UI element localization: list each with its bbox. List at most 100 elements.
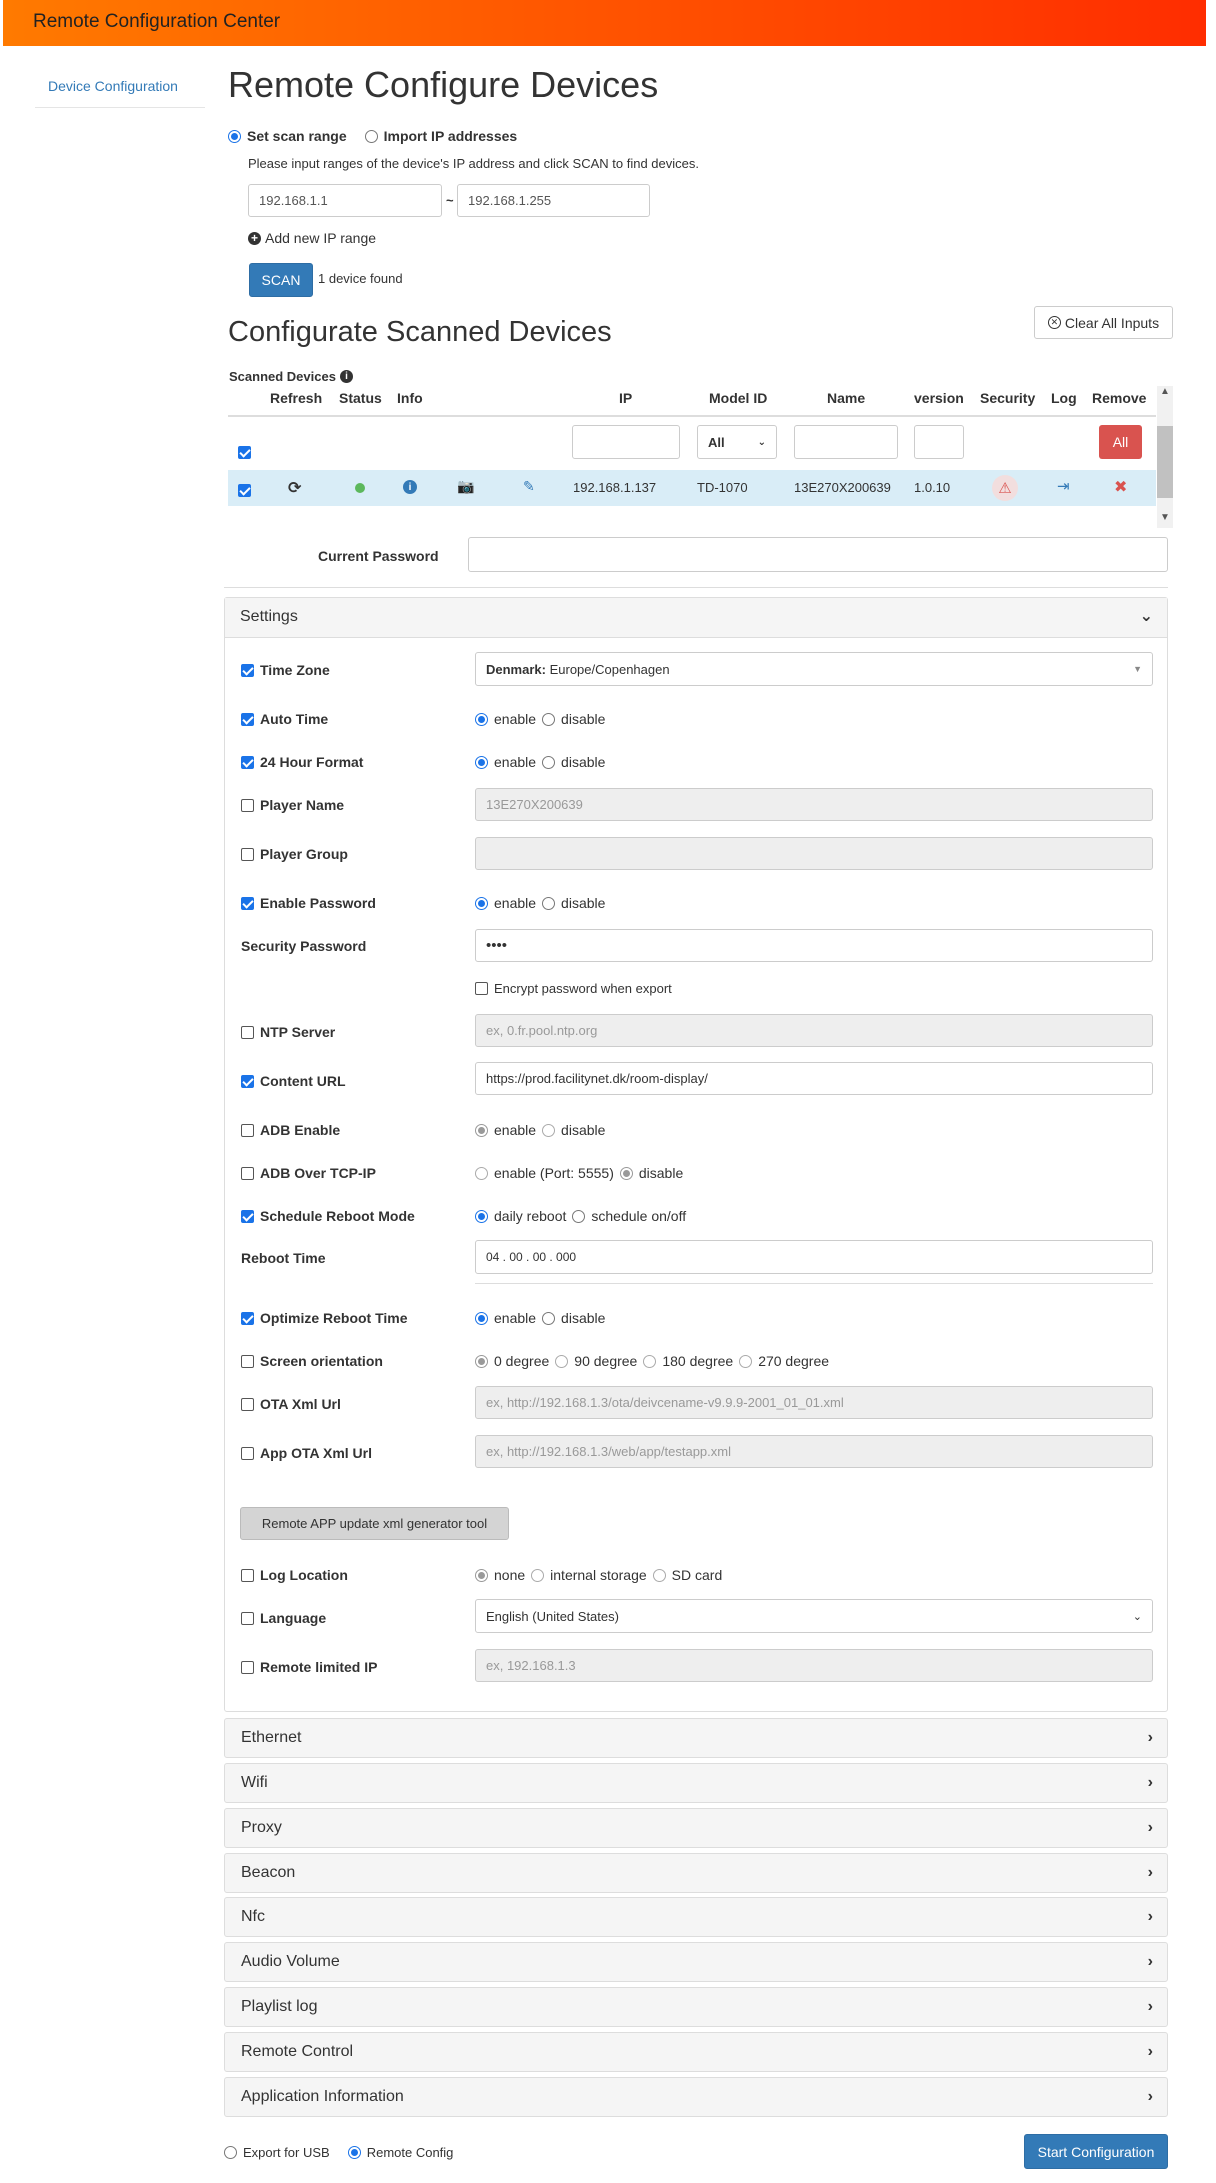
refresh-icon[interactable]: ⟳ [288,478,301,498]
set-scan-range-radio[interactable] [228,129,241,143]
language-select[interactable]: English (United States) ⌄ [475,1599,1153,1633]
section-proxy[interactable]: Proxy › [224,1808,1168,1848]
section-nfc[interactable]: Nfc › [224,1897,1168,1937]
language-checkbox[interactable] [241,1611,254,1625]
section-playlist-log[interactable]: Playlist log › [224,1987,1168,2027]
filter-ip-input[interactable] [572,425,680,459]
player-name-checkbox[interactable] [241,798,254,812]
scroll-down-icon[interactable]: ▼ [1160,512,1170,523]
orientation-0-radio[interactable] [475,1354,488,1368]
scan-button[interactable]: SCAN [249,263,313,297]
enable-password-enable-radio[interactable] [475,896,488,910]
section-remote-control[interactable]: Remote Control › [224,2032,1168,2072]
remote-ip-input[interactable]: ex, 192.168.1.3 [475,1649,1153,1682]
export-usb-label: Export for USB [243,2145,330,2160]
orientation-checkbox[interactable] [241,1354,254,1368]
adb-tcp-checkbox[interactable] [241,1166,254,1180]
auto-time-disable-radio[interactable] [542,712,556,726]
section-beacon[interactable]: Beacon › [224,1853,1168,1893]
remove-all-button[interactable]: All [1099,425,1142,459]
orientation-90-radio[interactable] [555,1354,569,1368]
export-usb-radio[interactable] [224,2146,237,2159]
security-password-input[interactable]: •••• [475,929,1153,962]
filter-version-input[interactable] [914,425,964,459]
ip-from-input[interactable]: 192.168.1.1 [248,184,442,217]
adb-tcp-enable-radio[interactable] [475,1166,488,1180]
app-ota-input[interactable]: ex, http://192.168.1.3/web/app/testapp.x… [475,1435,1153,1468]
hour24-disable-radio[interactable] [542,755,556,769]
select-all-checkbox[interactable] [238,445,251,459]
table-row[interactable]: ⟳ i 📷 ✎ 192.168.1.137 TD-1070 13E270X200… [228,470,1156,506]
section-nfc-label: Nfc [241,1908,265,1925]
player-group-input[interactable] [475,837,1153,870]
clear-all-inputs-button[interactable]: ✕ Clear All Inputs [1034,306,1173,339]
enable-password-checkbox[interactable] [241,896,254,910]
sidebar-item-device-configuration[interactable]: Device Configuration [48,78,178,94]
log-none-radio[interactable] [475,1568,488,1582]
log-location-checkbox[interactable] [241,1568,254,1582]
start-configuration-button[interactable]: Start Configuration [1024,2134,1168,2169]
section-ethernet[interactable]: Ethernet › [224,1718,1168,1758]
reboot-time-input[interactable]: 04 . 00 . 00 . 000 [475,1240,1153,1274]
ntp-input[interactable]: ex, 0.fr.pool.ntp.org [475,1014,1153,1047]
section-wifi[interactable]: Wifi › [224,1763,1168,1803]
xml-generator-button[interactable]: Remote APP update xml generator tool [240,1507,509,1540]
remove-icon[interactable]: ✖ [1114,477,1127,497]
hour24-checkbox[interactable] [241,755,254,769]
content-url-checkbox[interactable] [241,1074,254,1088]
current-password-input[interactable] [468,537,1168,572]
enable-password-disable-radio[interactable] [542,896,556,910]
adb-enable-radio[interactable] [475,1123,488,1137]
filter-name-input[interactable] [794,425,898,459]
content-url-input[interactable]: https://prod.facilitynet.dk/room-display… [475,1062,1153,1095]
player-name-input[interactable]: 13E270X200639 [475,788,1153,821]
import-ip-radio[interactable] [364,129,378,143]
edit-icon[interactable]: ✎ [523,478,535,495]
settings-header[interactable]: Settings ⌄ [225,598,1167,638]
encrypt-checkbox[interactable] [475,982,488,995]
log-internal-radio[interactable] [531,1568,545,1582]
app-ota-checkbox[interactable] [241,1446,254,1460]
dropdown-arrow-icon: ▼ [1133,664,1142,674]
section-application-information-label: Application Information [241,2088,404,2105]
section-application-information[interactable]: Application Information › [224,2077,1168,2117]
optimize-reboot-enable-radio[interactable] [475,1311,488,1325]
ota-checkbox[interactable] [241,1397,254,1411]
scroll-up-icon[interactable]: ▲ [1160,386,1170,397]
ntp-checkbox[interactable] [241,1025,254,1039]
optimize-reboot-disable-radio[interactable] [542,1311,556,1325]
orientation-270-radio[interactable] [739,1354,753,1368]
auto-time-enable-radio[interactable] [475,712,488,726]
reboot-mode-checkbox[interactable] [241,1209,254,1223]
ota-input[interactable]: ex, http://192.168.1.3/ota/deivcename-v9… [475,1386,1153,1419]
log-icon[interactable]: ⇥ [1057,477,1070,495]
add-ip-range-link[interactable]: + Add new IP range [248,230,376,246]
ip-to-input[interactable]: 192.168.1.255 [457,184,650,217]
divider [475,1283,1153,1284]
auto-time-checkbox[interactable] [241,712,254,726]
filter-model-select[interactable]: All ⌄ [697,425,777,459]
scan-instructions: Please input ranges of the device's IP a… [248,156,699,171]
player-group-checkbox[interactable] [241,847,254,861]
remote-config-radio[interactable] [347,2146,361,2159]
info-icon[interactable]: i [403,480,417,494]
table-scrollbar[interactable]: ▲ ▼ [1157,386,1173,528]
reboot-schedule-radio[interactable] [572,1209,586,1223]
adb-disable-radio[interactable] [542,1123,556,1137]
player-name-label: Player Name [260,797,345,813]
time-zone-select[interactable]: Denmark: Europe/Copenhagen ▼ [475,652,1153,686]
remote-ip-checkbox[interactable] [241,1660,254,1674]
adb-tcp-disable-radio[interactable] [619,1166,633,1180]
scrollbar-thumb[interactable] [1157,426,1173,498]
camera-icon[interactable]: 📷 [457,478,474,495]
log-sd-radio[interactable] [652,1568,666,1582]
row-select-checkbox[interactable] [238,483,251,497]
orientation-180-radio[interactable] [643,1354,657,1368]
security-warning-icon[interactable]: ⚠ [992,475,1018,501]
time-zone-checkbox[interactable] [241,663,254,677]
optimize-reboot-checkbox[interactable] [241,1311,254,1325]
reboot-daily-radio[interactable] [475,1209,488,1223]
hour24-enable-radio[interactable] [475,755,488,769]
section-audio-volume[interactable]: Audio Volume › [224,1942,1168,1982]
adb-checkbox[interactable] [241,1123,254,1137]
